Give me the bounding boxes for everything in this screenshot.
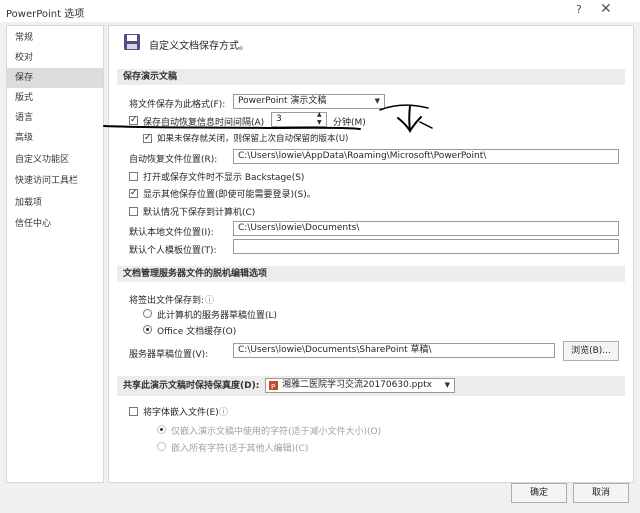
cancel-button[interactable]: 取消 [573,483,629,503]
section-offline-editing: 文档管理服务器文件的脱机编辑选项 [117,266,625,282]
autorecover-minutes-value: 3 [276,114,282,124]
info-icon: ⓘ [205,296,215,306]
drafts-location-label: 服务器草稿位置(V): [129,350,209,360]
format-label: 将文件保存为此格式(F): [129,100,226,110]
embed-used-chars-radio[interactable] [157,425,166,434]
floppy-disk-icon [124,34,140,50]
fidelity-file-select[interactable]: P 湘雅二医院学习交流20170630.pptx ▼ [265,378,455,393]
autorecover-location-value: C:\Users\lowie\AppData\Roaming\Microsoft… [238,151,487,161]
page-title: 自定义文档保存方式。 [149,41,249,52]
autorecover-location-label: 自动恢复文件位置(R): [129,155,218,165]
embed-all-chars-label: 嵌入所有字符(适于其他人编辑)(C) [171,444,309,454]
info-icon: ⓘ [219,408,229,418]
personal-templates-input[interactable] [233,239,619,254]
browse-button[interactable]: 浏览(B)... [563,341,619,361]
default-computer-label: 默认情况下保存到计算机(C) [143,208,256,218]
save-options-panel: 自定义文档保存方式。 保存演示文稿 将文件保存为此格式(F): PowerPoi… [108,25,634,483]
embed-used-chars-label: 仅嵌入演示文稿中使用的字符(适于减小文件大小)(O) [171,427,382,437]
sidebar-item-addins[interactable]: 加载项 [7,193,103,213]
window-title: PowerPoint 选项 [6,9,85,20]
sidebar-item-general[interactable]: 常规 [7,28,103,48]
personal-templates-label: 默认个人模板位置(T): [129,246,217,256]
sidebar-item-save[interactable]: 保存 [7,68,103,88]
spin-down-icon[interactable]: ▼ [317,119,322,126]
office-cache-label: Office 文档缓存(O) [157,327,237,337]
sidebar-item-customize-ribbon[interactable]: 自定义功能区 [7,150,103,170]
server-drafts-radio[interactable] [143,309,152,318]
embed-fonts-label: 将字体嵌入文件(E) [143,408,219,418]
show-other-locations-label: 显示其他保存位置(即使可能需要登录)(S)。 [143,190,316,200]
sidebar-item-trust-center[interactable]: 信任中心 [7,214,103,234]
fidelity-file-value: 湘雅二医院学习交流20170630.pptx [282,380,432,390]
default-local-input[interactable]: C:\Users\lowie\Documents\ [233,221,619,236]
svg-text:P: P [271,383,275,390]
options-sidebar: 常规 校对 保存 版式 语言 高级 自定义功能区 快速访问工具栏 加载项 信任中… [6,25,104,483]
drafts-location-input[interactable]: C:\Users\lowie\Documents\SharePoint 草稿\ [233,343,555,358]
embed-fonts-checkbox[interactable] [129,407,138,416]
spin-up-icon[interactable]: ▲ [317,111,322,118]
autorecover-checkbox[interactable]: ✓ [129,116,138,125]
embed-all-chars-radio[interactable] [157,442,166,451]
no-backstage-label: 打开或保存文件时不显示 Backstage(S) [143,173,305,183]
default-local-label: 默认本地文件位置(I): [129,228,214,238]
default-local-value: C:\Users\lowie\Documents\ [238,223,360,233]
format-select-value: PowerPoint 演示文稿 [238,96,327,106]
no-backstage-checkbox[interactable] [129,172,138,181]
chevron-down-icon: ▼ [374,97,380,105]
sidebar-item-advanced[interactable]: 高级 [7,128,103,148]
sidebar-item-layout[interactable]: 版式 [7,88,103,108]
help-button[interactable]: ? [576,3,582,16]
keep-last-version-label: 如果未保存就关闭，则保留上次自动保留的版本(U) [157,134,349,144]
office-cache-radio[interactable] [143,325,152,334]
sidebar-item-quick-access[interactable]: 快速访问工具栏 [7,171,103,191]
title-bar: PowerPoint 选项 ? ✕ [0,0,640,22]
autorecover-location-input[interactable]: C:\Users\lowie\AppData\Roaming\Microsoft… [233,149,619,164]
ok-button[interactable]: 确定 [511,483,567,503]
server-drafts-label: 此计算机的服务器草稿位置(L) [157,311,278,321]
save-to-label: 将签出文件保存到: [129,296,205,306]
sidebar-item-proofing[interactable]: 校对 [7,48,103,68]
pptx-file-icon: P [269,381,278,390]
default-computer-checkbox[interactable] [129,207,138,216]
drafts-location-value: C:\Users\lowie\Documents\SharePoint 草稿\ [238,345,432,355]
fidelity-label: 共享此演示文稿时保持保真度(D): [123,381,260,391]
close-button[interactable]: ✕ [600,1,612,17]
show-other-locations-checkbox[interactable]: ✓ [129,189,138,198]
section-save-presentations: 保存演示文稿 [117,69,625,85]
keep-last-version-checkbox[interactable]: ✓ [143,134,152,143]
minutes-label: 分钟(M) [333,118,366,128]
format-select[interactable]: PowerPoint 演示文稿 ▼ [233,94,385,109]
sidebar-item-language[interactable]: 语言 [7,108,103,128]
autorecover-label: 保存自动恢复信息时间间隔(A) [143,118,265,128]
chevron-down-icon: ▼ [444,381,450,389]
